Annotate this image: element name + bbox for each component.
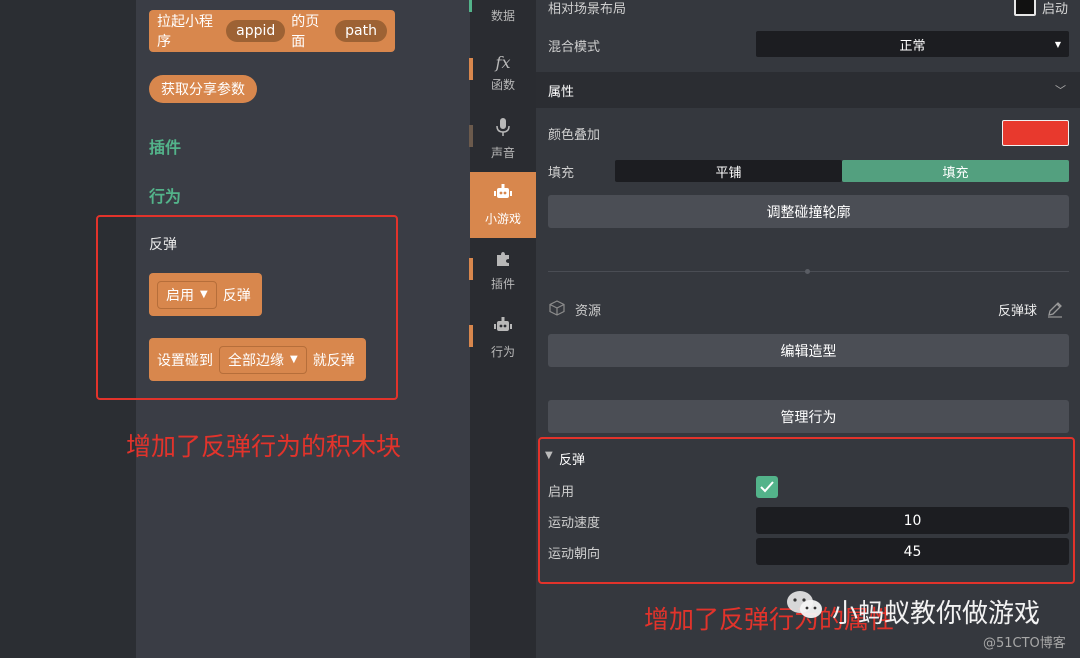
- tab-function[interactable]: fx 函数: [470, 40, 536, 106]
- cube-icon: [549, 300, 565, 320]
- color-overlay-label: 颜色叠加: [548, 128, 601, 143]
- relative-layout-toggle-label: 启动: [1042, 2, 1069, 17]
- blend-mode-label: 混合模式: [548, 40, 601, 55]
- fill-option-label: 填充: [942, 165, 969, 181]
- tab-label: 数据: [490, 8, 515, 23]
- block-text: 拉起小程序: [157, 14, 213, 50]
- fill-label: 填充: [548, 166, 575, 181]
- block-text: 的页面: [291, 14, 320, 50]
- get-share-params-block[interactable]: 获取分享参数: [149, 75, 257, 103]
- microphone-icon: [496, 117, 510, 140]
- appid-slot[interactable]: appid: [226, 20, 286, 42]
- attributes-header-label: 属性: [548, 84, 575, 100]
- highlight-box-blocks: [96, 215, 398, 400]
- caret-down-icon: ▼: [1054, 39, 1061, 49]
- relative-layout-checkbox[interactable]: [1014, 0, 1036, 16]
- edit-costume-button[interactable]: 编辑造型: [548, 334, 1069, 367]
- tab-minigame[interactable]: 小游戏: [470, 172, 536, 238]
- watermark-source: @51CTO博客: [983, 636, 1066, 651]
- chevron-down-icon: ﹀: [1055, 84, 1066, 97]
- tab-label: 声音: [490, 145, 515, 160]
- highlight-box-properties: [538, 437, 1075, 584]
- fill-option-fill[interactable]: 填充: [842, 160, 1069, 182]
- manage-behavior-button[interactable]: 管理行为: [548, 400, 1069, 433]
- wechat-icon: [786, 590, 824, 620]
- path-slot[interactable]: path: [335, 20, 387, 42]
- tab-label: 小游戏: [484, 211, 521, 226]
- resource-value: 反弹球: [998, 304, 1038, 319]
- watermark-title: 小蚂蚁教你做游戏: [832, 599, 1041, 629]
- robot-icon: [494, 183, 512, 206]
- tab-label: 插件: [490, 276, 515, 291]
- block-text: 获取分享参数: [161, 82, 245, 98]
- color-overlay-swatch[interactable]: [1002, 120, 1069, 146]
- blend-mode-select[interactable]: 正常 ▼: [756, 31, 1069, 57]
- category-plugins-label: 插件: [149, 138, 182, 157]
- fill-option-label: 平铺: [715, 165, 742, 181]
- tab-plugins[interactable]: 插件: [470, 238, 536, 304]
- tab-label: 函数: [490, 78, 515, 92]
- edit-pencil-icon[interactable]: [1046, 300, 1064, 322]
- tab-sound[interactable]: 声音: [470, 106, 536, 172]
- adjust-collision-button[interactable]: 调整碰撞轮廓: [548, 195, 1069, 228]
- tab-behavior[interactable]: 行为: [470, 305, 536, 371]
- divider-dot: [805, 269, 810, 274]
- blend-mode-value: 正常: [899, 38, 926, 54]
- function-icon: fx: [495, 53, 511, 72]
- fill-option-tile[interactable]: 平铺: [615, 160, 842, 182]
- category-behavior-label: 行为: [149, 187, 182, 206]
- robot-icon: [494, 316, 512, 339]
- tab-label: 行为: [490, 344, 515, 359]
- launch-miniprogram-block[interactable]: 拉起小程序 appid 的页面 path: [149, 10, 395, 52]
- relative-layout-label: 相对场景布局: [548, 2, 627, 17]
- puzzle-icon: [495, 251, 511, 271]
- resource-label: 资源: [575, 304, 602, 319]
- annotation-blocks: 增加了反弹行为的积木块: [126, 432, 402, 461]
- attributes-section-header[interactable]: 属性 ﹀: [536, 72, 1080, 108]
